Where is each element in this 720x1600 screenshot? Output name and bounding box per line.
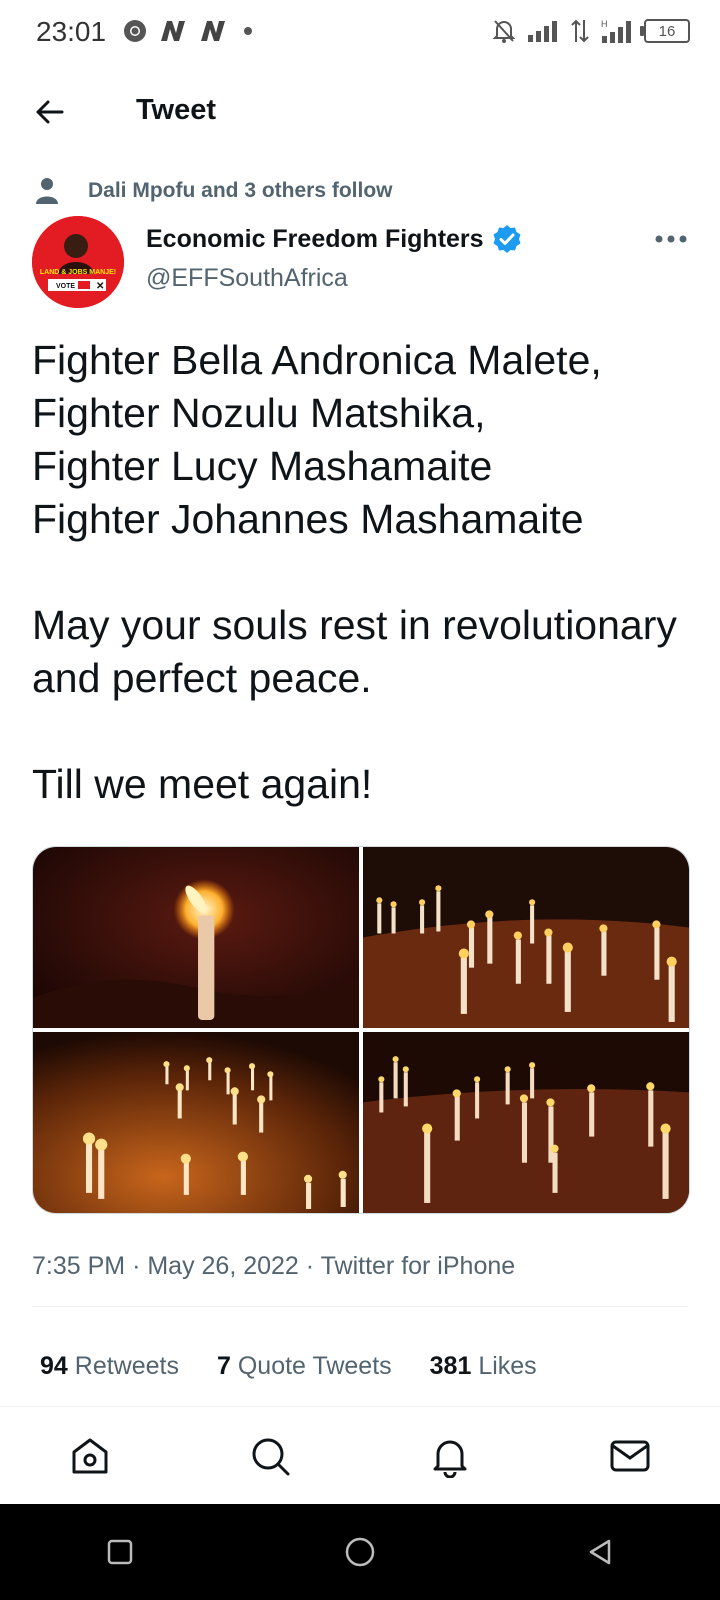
- author-name-row[interactable]: Economic Freedom Fighters: [146, 224, 522, 254]
- status-left-icons: [122, 18, 258, 44]
- recents-icon: [107, 1539, 133, 1565]
- search-icon: [252, 1438, 290, 1476]
- meta-separator: ·: [132, 1252, 148, 1280]
- divider: [32, 1306, 688, 1307]
- nav-messages[interactable]: [600, 1426, 660, 1486]
- single-candle-image: [33, 847, 359, 1028]
- chrome-icon: [124, 20, 146, 42]
- status-time: 23:01: [36, 16, 107, 47]
- messages-icon: [610, 1440, 650, 1472]
- person-icon: [36, 178, 58, 204]
- nav-home[interactable]: [60, 1426, 120, 1486]
- back-arrow-icon: [36, 100, 64, 124]
- battery-icon: 16: [640, 19, 690, 43]
- notifications-off-icon: [492, 20, 516, 43]
- likes-label: Likes: [478, 1352, 537, 1380]
- svg-text:LAND & JOBS MANJE!: LAND & JOBS MANJE!: [40, 269, 116, 276]
- candles-ground-image: [363, 1032, 689, 1213]
- likes-stat[interactable]: 381 Likes: [430, 1352, 537, 1381]
- candles-glow-image: [33, 1032, 359, 1213]
- photo-4[interactable]: [363, 1032, 689, 1213]
- recents-button[interactable]: [90, 1522, 150, 1582]
- bottom-navigation: [0, 1406, 720, 1505]
- photo-3[interactable]: [33, 1032, 359, 1213]
- retweets-stat[interactable]: 94 Retweets: [40, 1352, 179, 1381]
- tweet-stats: 94 Retweets 7 Quote Tweets 381 Likes: [40, 1352, 537, 1381]
- tweet-source[interactable]: Twitter for iPhone: [321, 1252, 516, 1280]
- more-options-button[interactable]: [652, 226, 692, 252]
- candles-field-image: [363, 847, 689, 1028]
- author-name: Economic Freedom Fighters: [146, 224, 484, 253]
- home-icon: [72, 1438, 108, 1474]
- tweet-date[interactable]: May 26, 2022: [147, 1252, 299, 1280]
- tweet-text: Fighter Bella Andronica Malete, Fighter …: [32, 337, 677, 807]
- photo-2[interactable]: [363, 847, 689, 1028]
- signal-icon: [528, 21, 557, 42]
- more-dots-icon: [655, 235, 687, 243]
- quote-tweets-stat[interactable]: 7 Quote Tweets: [217, 1352, 392, 1381]
- social-context[interactable]: Dali Mpofu and 3 others follow: [36, 174, 393, 208]
- author-avatar[interactable]: LAND & JOBS MANJE! VOTE ✕: [32, 216, 124, 308]
- back-triangle-icon: [589, 1539, 611, 1565]
- quote-tweets-label: Quote Tweets: [237, 1352, 392, 1380]
- retweets-count: 94: [40, 1352, 68, 1380]
- photo-1[interactable]: [33, 847, 359, 1028]
- status-right-icons: H 16: [492, 18, 690, 44]
- svg-text:H: H: [601, 19, 608, 29]
- retweets-label: Retweets: [74, 1352, 179, 1380]
- system-navigation-bar: [0, 1504, 720, 1600]
- system-back-button[interactable]: [570, 1522, 630, 1582]
- eff-logo-image: LAND & JOBS MANJE! VOTE ✕: [32, 216, 124, 308]
- home-circle-icon: [345, 1537, 375, 1567]
- svg-text:VOTE: VOTE: [56, 283, 75, 290]
- notifications-icon: [433, 1440, 467, 1478]
- nav-notifications[interactable]: [420, 1426, 480, 1486]
- tweet-meta: 7:35 PM · May 26, 2022 · Twitter for iPh…: [32, 1252, 515, 1281]
- n-notification-icon: [161, 21, 185, 41]
- signal-h-icon: H: [601, 19, 631, 43]
- dot-icon: [244, 27, 252, 35]
- page-title: Tweet: [136, 94, 217, 126]
- back-button[interactable]: [30, 92, 70, 132]
- media-grid: [32, 846, 690, 1214]
- n-notification-icon: [201, 21, 225, 41]
- meta-separator: ·: [305, 1252, 321, 1280]
- author-handle[interactable]: @EFFSouthAfrica: [146, 264, 348, 293]
- verified-badge-icon: [493, 225, 521, 253]
- likes-count: 381: [429, 1352, 472, 1380]
- nav-search[interactable]: [240, 1426, 300, 1486]
- tweet-time[interactable]: 7:35 PM: [32, 1252, 125, 1280]
- status-bar: 23:01 H 16: [0, 0, 720, 66]
- battery-level: 16: [658, 22, 676, 40]
- social-context-text: Dali Mpofu and 3 others follow: [88, 179, 393, 202]
- svg-text:✕: ✕: [96, 281, 104, 292]
- data-arrows-icon: [571, 19, 589, 43]
- system-home-button[interactable]: [330, 1522, 390, 1582]
- quote-tweets-count: 7: [216, 1352, 231, 1380]
- top-app-bar: Tweet: [0, 80, 720, 144]
